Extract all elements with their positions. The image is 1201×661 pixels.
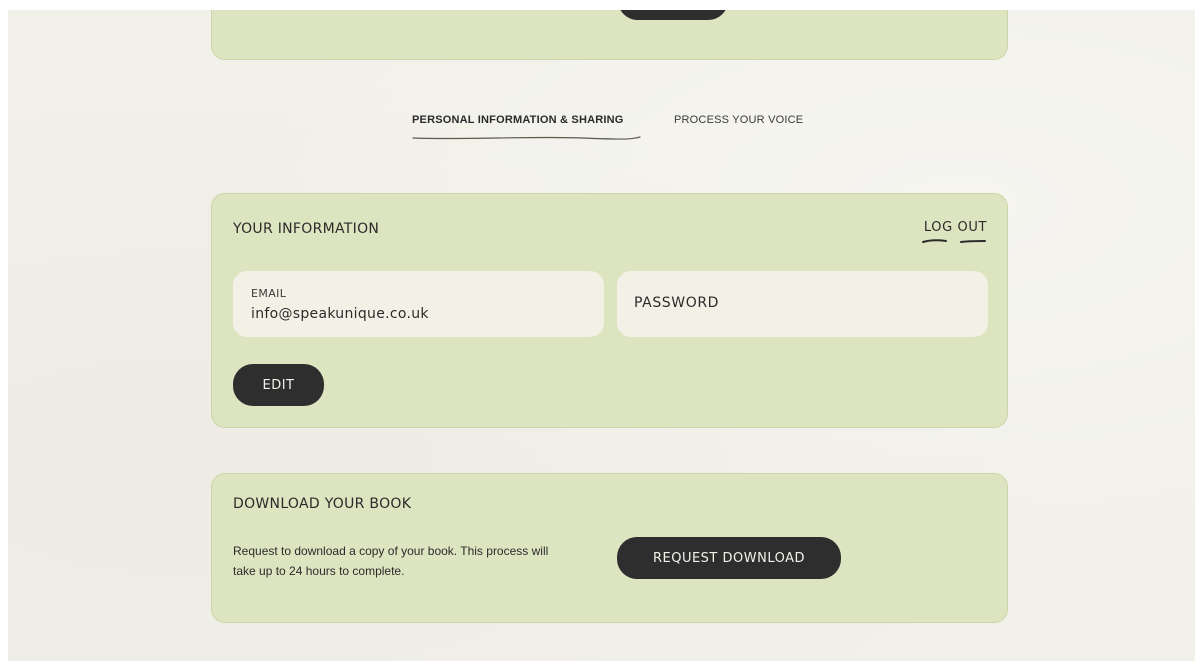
logout-link[interactable]: LOG OUT — [924, 220, 987, 235]
tab-process-your-voice[interactable]: PROCESS YOUR VOICE — [674, 114, 803, 126]
download-description: Request to download a copy of your book.… — [233, 541, 613, 581]
download-book-title: DOWNLOAD YOUR BOOK — [233, 496, 412, 512]
listen-button[interactable]: LISTEN — [618, 10, 728, 20]
download-description-line1: Request to download a copy of your book.… — [233, 544, 549, 558]
logout-underline-icon — [922, 239, 986, 243]
password-placeholder: PASSWORD — [634, 295, 720, 311]
account-page: LISTEN PERSONAL INFORMATION & SHARING PR… — [8, 10, 1195, 661]
download-book-card: DOWNLOAD YOUR BOOK Request to download a… — [211, 473, 1008, 623]
tab-personal-information[interactable]: PERSONAL INFORMATION & SHARING — [412, 114, 624, 126]
your-information-title: YOUR INFORMATION — [233, 221, 380, 237]
tab-underline-icon — [412, 136, 641, 140]
email-field[interactable]: EMAIL info@speakunique.co.uk — [233, 271, 604, 337]
email-value: info@speakunique.co.uk — [251, 306, 429, 322]
edit-button[interactable]: EDIT — [233, 364, 324, 406]
password-field[interactable]: PASSWORD — [617, 271, 988, 337]
account-tabs: PERSONAL INFORMATION & SHARING PROCESS Y… — [8, 114, 1195, 144]
listen-card: LISTEN — [211, 10, 1008, 60]
download-description-line2: take up to 24 hours to complete. — [233, 564, 405, 578]
request-download-button[interactable]: REQUEST DOWNLOAD — [617, 537, 841, 579]
email-label: EMAIL — [251, 287, 287, 300]
your-information-card: YOUR INFORMATION LOG OUT EMAIL info@spea… — [211, 193, 1008, 428]
